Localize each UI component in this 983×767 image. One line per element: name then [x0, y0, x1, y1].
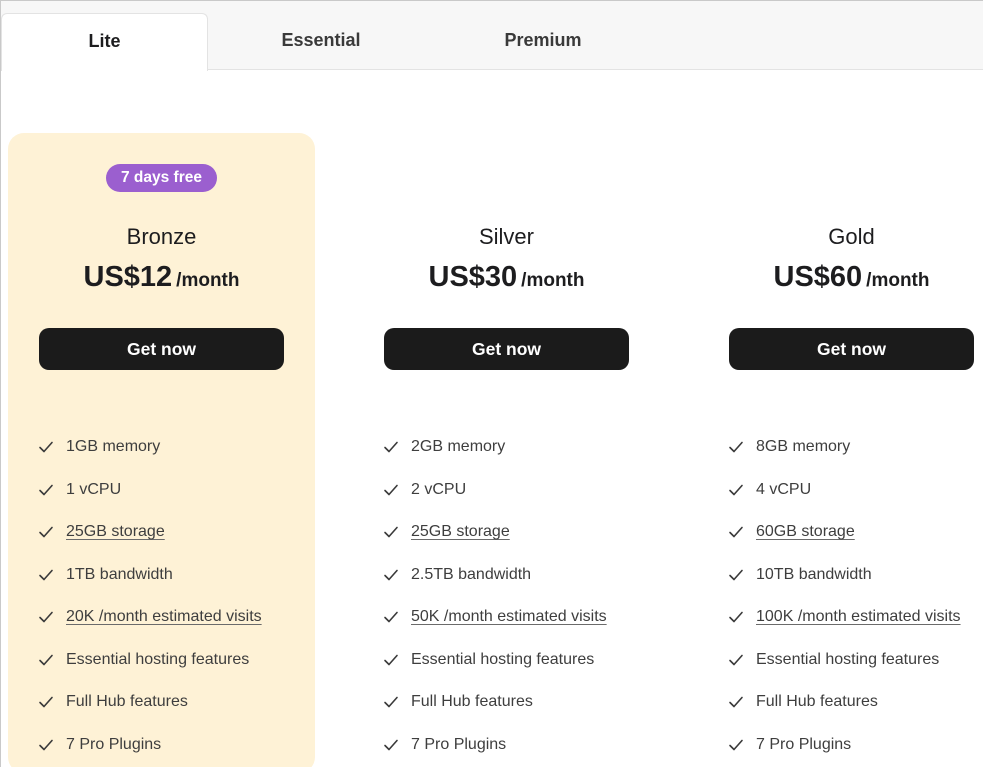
check-icon — [39, 611, 53, 623]
get-now-button[interactable]: Get now — [384, 328, 629, 370]
price-period: /month — [866, 270, 930, 291]
plan-name: Gold — [828, 224, 875, 249]
visits-link[interactable]: 50K /month estimated visits — [411, 608, 607, 626]
feature-label: 1TB bandwidth — [66, 565, 173, 583]
feature-label: Full Hub features — [756, 693, 878, 711]
feature-item: 7 Pro Plugins — [383, 724, 607, 767]
plan-name: Bronze — [126, 224, 197, 249]
check-icon — [729, 441, 743, 453]
check-icon — [39, 484, 53, 496]
check-icon — [384, 569, 398, 581]
plan-price: US$60/month — [698, 261, 983, 294]
feature-item: 100K /month estimated visits — [728, 596, 961, 639]
check-icon — [384, 654, 398, 666]
feature-label: 2 vCPU — [411, 480, 467, 498]
feature-list: 2GB memory 2 vCPU 25GB storage 2.5TB ban… — [383, 426, 607, 766]
feature-label: 1 vCPU — [66, 480, 122, 498]
check-icon — [39, 654, 53, 666]
feature-label: 1GB memory — [66, 438, 161, 456]
storage-link[interactable]: 25GB storage — [411, 523, 510, 541]
plan-card-bronze: 7 days free Bronze US$12/month Get now 1… — [8, 133, 315, 767]
pricing-page: Lite Essential Premium 7 days free Bronz… — [0, 0, 983, 767]
visits-link[interactable]: 20K /month estimated visits — [66, 608, 262, 626]
check-icon — [39, 696, 53, 708]
price-period: /month — [176, 270, 240, 291]
feature-item: Essential hosting features — [38, 639, 262, 682]
feature-item: 1GB memory — [38, 426, 262, 469]
check-icon — [729, 526, 743, 538]
check-icon — [384, 526, 398, 538]
feature-item: 50K /month estimated visits — [383, 596, 607, 639]
feature-item: 7 Pro Plugins — [728, 724, 961, 767]
feature-label: 8GB memory — [756, 438, 851, 456]
free-trial-badge: 7 days free — [106, 164, 217, 192]
feature-label: Essential hosting features — [66, 650, 250, 668]
storage-link[interactable]: 60GB storage — [756, 523, 855, 541]
tab-lite[interactable]: Lite — [1, 13, 208, 71]
check-icon — [729, 696, 743, 708]
check-icon — [39, 441, 53, 453]
visits-link[interactable]: 100K /month estimated visits — [756, 608, 961, 626]
check-icon — [39, 739, 53, 751]
feature-label: 7 Pro Plugins — [756, 735, 852, 753]
plan-tabs: Lite Essential Premium — [1, 1, 983, 71]
check-icon — [39, 569, 53, 581]
feature-item: Essential hosting features — [728, 639, 961, 682]
plan-card-gold: Gold US$60/month Get now 8GB memory 4 vC… — [698, 133, 983, 767]
feature-item: 25GB storage — [38, 511, 262, 554]
feature-label: Full Hub features — [66, 693, 188, 711]
feature-label: Essential hosting features — [756, 650, 940, 668]
feature-label: 10TB bandwidth — [756, 565, 872, 583]
feature-label: 7 Pro Plugins — [411, 735, 507, 753]
feature-item: Essential hosting features — [383, 639, 607, 682]
check-icon — [384, 484, 398, 496]
feature-label: Essential hosting features — [411, 650, 595, 668]
feature-item: 2.5TB bandwidth — [383, 554, 607, 597]
feature-label: 4 vCPU — [756, 480, 812, 498]
plan-name: Silver — [478, 224, 534, 249]
feature-item: 10TB bandwidth — [728, 554, 961, 597]
feature-item: 4 vCPU — [728, 469, 961, 512]
plan-card-silver: Silver US$30/month Get now 2GB memory 2 … — [353, 133, 660, 767]
feature-item: 25GB storage — [383, 511, 607, 554]
check-icon — [384, 441, 398, 453]
feature-list: 8GB memory 4 vCPU 60GB storage 10TB band… — [728, 426, 961, 766]
price-amount: US$30 — [428, 261, 518, 293]
tab-premium[interactable]: Premium — [439, 13, 647, 70]
feature-item: 2 vCPU — [383, 469, 607, 512]
check-icon — [729, 654, 743, 666]
feature-item: Full Hub features — [38, 681, 262, 724]
get-now-button[interactable]: Get now — [39, 328, 284, 370]
feature-label: 7 Pro Plugins — [66, 735, 162, 753]
tab-essential[interactable]: Essential — [217, 13, 425, 70]
feature-item: 7 Pro Plugins — [38, 724, 262, 767]
feature-list: 1GB memory 1 vCPU 25GB storage 1TB bandw… — [38, 426, 262, 766]
check-icon — [729, 484, 743, 496]
check-icon — [729, 611, 743, 623]
check-icon — [729, 739, 743, 751]
storage-link[interactable]: 25GB storage — [66, 523, 165, 541]
feature-item: 2GB memory — [383, 426, 607, 469]
get-now-button[interactable]: Get now — [729, 328, 974, 370]
check-icon — [384, 696, 398, 708]
feature-item: Full Hub features — [383, 681, 607, 724]
price-period: /month — [521, 270, 585, 291]
feature-label: 2GB memory — [411, 438, 506, 456]
feature-item: 8GB memory — [728, 426, 961, 469]
feature-item: 20K /month estimated visits — [38, 596, 262, 639]
feature-item: 60GB storage — [728, 511, 961, 554]
plan-price: US$12/month — [8, 261, 315, 294]
check-icon — [384, 611, 398, 623]
check-icon — [39, 526, 53, 538]
check-icon — [384, 739, 398, 751]
feature-label: 2.5TB bandwidth — [411, 565, 532, 583]
price-amount: US$60 — [773, 261, 863, 293]
price-amount: US$12 — [83, 261, 173, 293]
feature-item: Full Hub features — [728, 681, 961, 724]
feature-label: Full Hub features — [411, 693, 533, 711]
feature-item: 1 vCPU — [38, 469, 262, 512]
feature-item: 1TB bandwidth — [38, 554, 262, 597]
plan-price: US$30/month — [353, 261, 660, 294]
check-icon — [729, 569, 743, 581]
